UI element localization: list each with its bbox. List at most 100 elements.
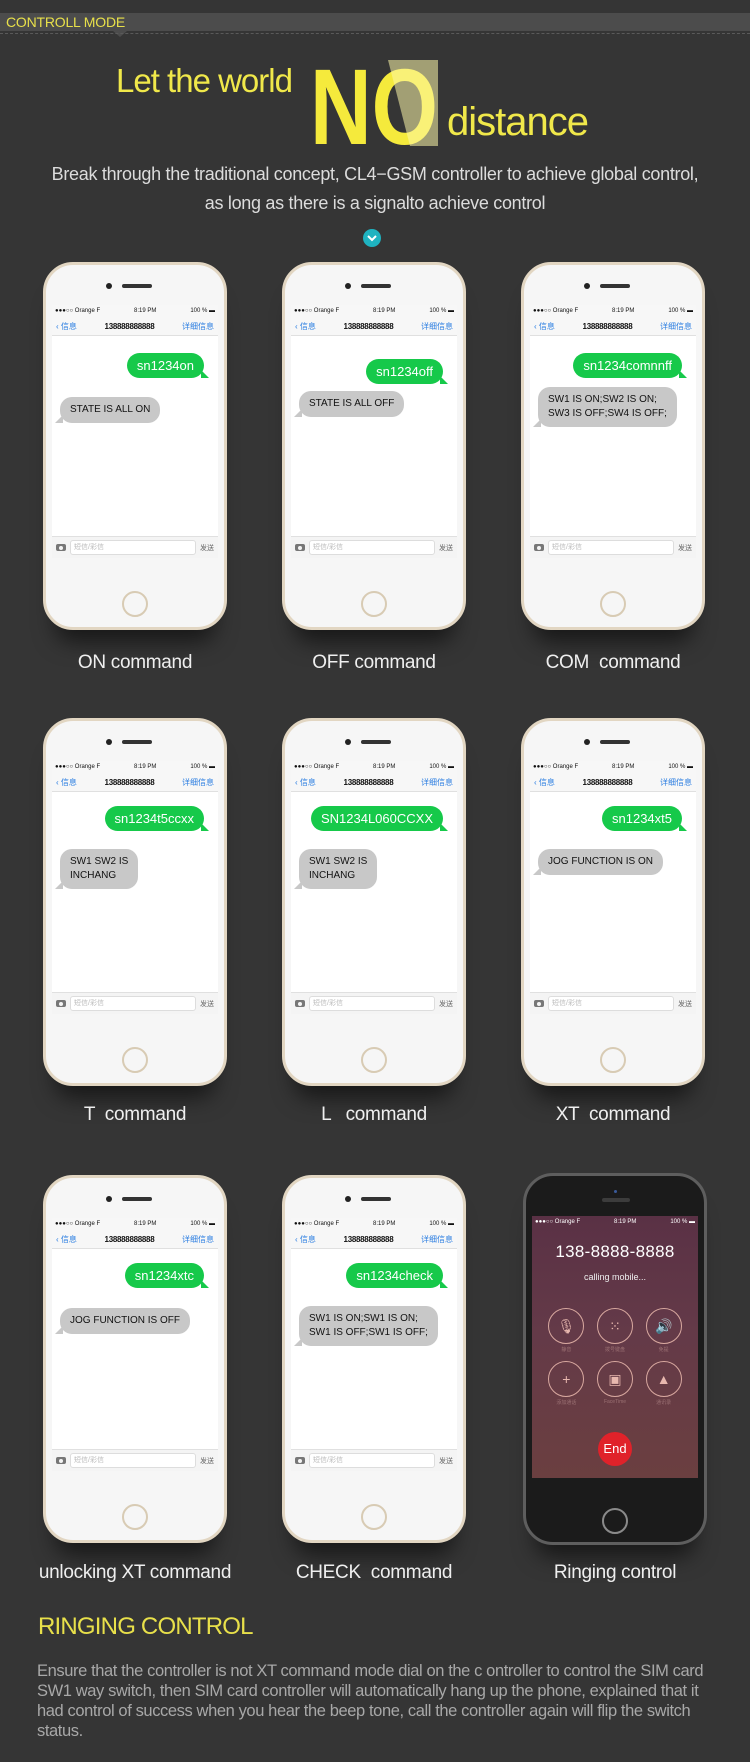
phone-caption: OFF command xyxy=(312,652,436,673)
details-button[interactable]: 详细信息 xyxy=(421,777,453,788)
home-button[interactable] xyxy=(600,1047,626,1073)
message-input[interactable]: 短信/彩信 xyxy=(309,1453,435,1468)
send-button[interactable]: 发送 xyxy=(439,999,453,1009)
status-bar: ●●●○○ Orange F 8:19 PM 100 % ▬ xyxy=(52,761,218,773)
home-button[interactable] xyxy=(602,1508,628,1534)
call-control[interactable]: 🎙 静音 xyxy=(542,1308,591,1353)
hero-subtitle-line1: Break through the traditional concept, C… xyxy=(51,164,699,184)
back-button[interactable]: ‹ 信息 xyxy=(56,321,77,332)
message-input[interactable]: 短信/彩信 xyxy=(309,996,435,1011)
earpiece xyxy=(122,1197,152,1201)
status-bar: ●●●○○ Orange F 8:19 PM 100 % ▬ xyxy=(52,305,218,317)
call-control[interactable]: ⁙ 拨号键盘 xyxy=(591,1308,640,1353)
contact-number: 138888888888 xyxy=(343,321,394,331)
carrier-label: ●●●○○ Orange F xyxy=(533,308,579,314)
back-button[interactable]: ‹ 信息 xyxy=(295,321,316,332)
details-button[interactable]: 详细信息 xyxy=(421,321,453,332)
home-button[interactable] xyxy=(122,1047,148,1073)
sent-message-bubble: sn1234xtc xyxy=(124,1263,210,1288)
back-button[interactable]: ‹ 信息 xyxy=(295,1234,316,1245)
keypad-icon: ⁙ xyxy=(609,1317,621,1334)
received-message-bubble: SW1 IS ON;SW1 IS ON; SW1 IS OFF;SW1 IS O… xyxy=(294,1306,438,1346)
status-bar: ●●●○○ Orange F 8:19 PM 100 % ▬ xyxy=(532,1216,698,1228)
call-control[interactable]: + 添加通话 xyxy=(542,1361,591,1406)
dashed-divider xyxy=(0,33,750,34)
status-bar: ●●●○○ Orange F 8:19 PM 100 % ▬ xyxy=(291,1218,457,1230)
caption-ringing-control: Ringing control xyxy=(553,1562,677,1583)
home-button[interactable] xyxy=(600,591,626,617)
camera-icon[interactable] xyxy=(295,1000,305,1007)
details-button[interactable]: 详细信息 xyxy=(182,321,214,332)
call-control[interactable]: ▣ FaceTime xyxy=(591,1361,640,1406)
home-button[interactable] xyxy=(122,1504,148,1530)
end-call-button[interactable]: End xyxy=(598,1432,632,1466)
phone-caption: ON command xyxy=(77,652,193,673)
camera-icon[interactable] xyxy=(56,1457,66,1464)
compose-bar: 短信/彩信 发送 xyxy=(530,992,696,1014)
send-button[interactable]: 发送 xyxy=(678,543,692,553)
earpiece xyxy=(122,740,152,744)
call-control-button[interactable]: ⁙ xyxy=(596,1308,633,1344)
ringing-control-title: RINGING CONTROL xyxy=(38,1613,253,1640)
message-input[interactable]: 短信/彩信 xyxy=(70,540,196,555)
phone-caption: CHECK command xyxy=(295,1562,453,1583)
send-button[interactable]: 发送 xyxy=(678,999,692,1009)
message-input[interactable]: 短信/彩信 xyxy=(70,1453,196,1468)
message-input[interactable]: 短信/彩信 xyxy=(548,540,674,555)
call-control-button[interactable]: 🔊 xyxy=(645,1308,682,1344)
home-button[interactable] xyxy=(122,591,148,617)
details-button[interactable]: 详细信息 xyxy=(182,1234,214,1245)
compose-bar: 短信/彩信 发送 xyxy=(291,536,457,558)
home-button[interactable] xyxy=(361,1504,387,1530)
details-button[interactable]: 详细信息 xyxy=(182,777,214,788)
status-bar: ●●●○○ Orange F 8:19 PM 100 % ▬ xyxy=(291,761,457,773)
scroll-down-button[interactable] xyxy=(363,229,381,247)
camera-icon[interactable] xyxy=(534,1000,544,1007)
received-message-bubble: SW1 IS ON;SW2 IS ON; SW3 IS OFF;SW4 IS O… xyxy=(533,387,677,427)
back-button[interactable]: ‹ 信息 xyxy=(56,777,77,788)
details-button[interactable]: 详细信息 xyxy=(421,1234,453,1245)
camera-icon[interactable] xyxy=(56,544,66,551)
home-button[interactable] xyxy=(361,1047,387,1073)
time-label: 8:19 PM xyxy=(612,764,635,770)
message-input[interactable]: 短信/彩信 xyxy=(548,996,674,1011)
messages-screen: ●●●○○ Orange F 8:19 PM 100 % ▬ ‹ 信息 1388… xyxy=(52,305,218,558)
carrier-label: ●●●○○ Orange F xyxy=(533,764,579,770)
back-button[interactable]: ‹ 信息 xyxy=(534,321,555,332)
call-control[interactable]: 🔊 免提 xyxy=(639,1308,688,1353)
back-button[interactable]: ‹ 信息 xyxy=(56,1234,77,1245)
status-bar: ●●●○○ Orange F 8:19 PM 100 % ▬ xyxy=(530,305,696,317)
battery-label: 100 % ▬ xyxy=(429,764,454,770)
time-label: 8:19 PM xyxy=(134,308,157,314)
camera-icon[interactable] xyxy=(295,544,305,551)
received-message-bubble: JOG FUNCTION IS OFF xyxy=(55,1308,190,1334)
details-button[interactable]: 详细信息 xyxy=(660,321,692,332)
conversation-nav: ‹ 信息 138888888888 详细信息 xyxy=(530,317,696,336)
call-control[interactable]: ▲ 通讯录 xyxy=(639,1361,688,1406)
send-button[interactable]: 发送 xyxy=(200,1456,214,1466)
battery-label: 100 % ▬ xyxy=(190,1221,215,1227)
message-input[interactable]: 短信/彩信 xyxy=(70,996,196,1011)
camera-icon[interactable] xyxy=(534,544,544,551)
camera-icon[interactable] xyxy=(56,1000,66,1007)
details-button[interactable]: 详细信息 xyxy=(660,777,692,788)
call-control-button[interactable]: 🎙 xyxy=(548,1308,585,1344)
send-button[interactable]: 发送 xyxy=(200,543,214,553)
send-button[interactable]: 发送 xyxy=(439,543,453,553)
call-control-button[interactable]: ▣ xyxy=(596,1361,633,1397)
received-message-bubble: SW1 SW2 IS INCHANG xyxy=(54,849,139,889)
message-input[interactable]: 短信/彩信 xyxy=(309,540,435,555)
back-button[interactable]: ‹ 信息 xyxy=(534,777,555,788)
call-control-button[interactable]: ▲ xyxy=(645,1361,682,1397)
contact-number: 138888888888 xyxy=(582,777,633,787)
earpiece xyxy=(600,284,630,288)
back-button[interactable]: ‹ 信息 xyxy=(295,777,316,788)
camera-icon[interactable] xyxy=(295,1457,305,1464)
send-button[interactable]: 发送 xyxy=(200,999,214,1009)
home-button[interactable] xyxy=(361,591,387,617)
carrier-label: ●●●○○ Orange F xyxy=(55,1221,101,1227)
send-button[interactable]: 发送 xyxy=(439,1456,453,1466)
front-camera xyxy=(345,739,351,745)
phone-caption: COM command xyxy=(545,652,681,673)
call-control-button[interactable]: + xyxy=(548,1361,585,1397)
